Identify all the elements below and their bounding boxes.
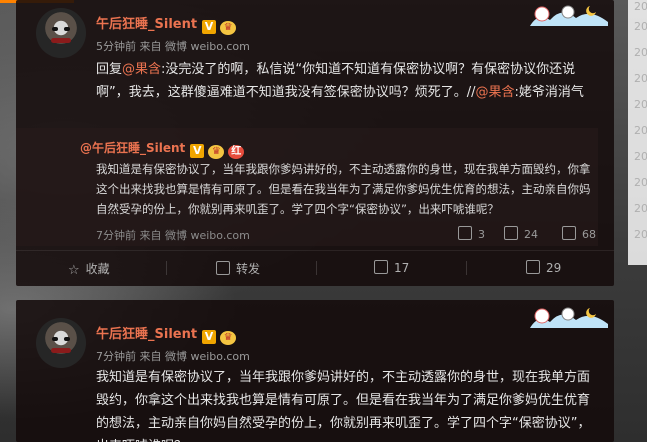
repost-username[interactable]: @午后狂睡_Silent V ♛ 红 bbox=[80, 139, 245, 159]
sidebar-number: 20 bbox=[634, 98, 647, 111]
forward-label: 转发 bbox=[236, 262, 261, 276]
verified-icon: V bbox=[202, 330, 217, 344]
comment-count: 24 bbox=[524, 228, 538, 241]
post-text: 我知道是有保密协议了，当年我跟你爹妈讲好的，不主动透露你的身世，现在我单方面毁约… bbox=[96, 370, 591, 442]
member-crown-icon: ♛ bbox=[208, 145, 225, 159]
avatar-eye bbox=[52, 337, 58, 341]
favorite-button[interactable]: ☆ 收藏 bbox=[68, 260, 110, 278]
avatar-eye bbox=[64, 337, 70, 341]
share-icon bbox=[458, 226, 472, 240]
forward-count: 3 bbox=[478, 228, 485, 241]
repost-username-text[interactable]: @午后狂睡_Silent bbox=[80, 141, 185, 155]
member-crown-icon: ♛ bbox=[220, 21, 237, 35]
comment-icon bbox=[504, 226, 518, 240]
forward-button[interactable]: 转发 bbox=[216, 260, 260, 277]
repost-comment-stat[interactable]: 24 bbox=[504, 226, 538, 241]
post-username[interactable]: 午后狂睡_Silent V ♛ bbox=[96, 13, 237, 35]
avatar-mouth bbox=[51, 38, 71, 43]
username-text[interactable]: 午后狂睡_Silent bbox=[96, 17, 197, 32]
post-meta: 5分钟前 来自 微博 weibo.com bbox=[96, 40, 250, 53]
forward-icon bbox=[216, 261, 230, 275]
red-badge-icon: 红 bbox=[228, 145, 245, 159]
post-body-end: :姥爷消消气 bbox=[514, 85, 584, 100]
verified-icon: V bbox=[202, 20, 217, 34]
sidebar-number: 20 bbox=[634, 20, 647, 33]
repost-text: 我知道是有保密协议了，当年我跟你爹妈讲好的，不主动透露你的身世，现在我单方面毁约… bbox=[96, 162, 591, 216]
decoration-sticker-icon bbox=[530, 307, 608, 328]
decoration-sticker-icon bbox=[530, 5, 608, 26]
post-username[interactable]: 午后狂睡_Silent V ♛ bbox=[96, 323, 237, 345]
sidebar-number: 20 bbox=[634, 72, 647, 85]
repost-like-stat[interactable]: 68 bbox=[562, 226, 596, 241]
avatar-eye bbox=[52, 27, 58, 31]
sidebar-number: 20 bbox=[634, 124, 647, 137]
sidebar-number: 20 bbox=[634, 202, 647, 215]
like-icon bbox=[526, 260, 540, 274]
like-count: 68 bbox=[582, 228, 596, 241]
divider bbox=[316, 261, 317, 275]
post-text: 回复@果含:没完没了的啊，私信说“你知道不知道有保密协议啊？有保密协议你还说啊”… bbox=[96, 58, 602, 104]
star-icon: ☆ bbox=[68, 263, 80, 278]
avatar-eye bbox=[64, 27, 70, 31]
sidebar-number: 20 bbox=[634, 176, 647, 189]
sidebar-number: 20 bbox=[634, 150, 647, 163]
mention-link[interactable]: @果含 bbox=[476, 85, 515, 100]
post-meta: 7分钟前 来自 微博 weibo.com bbox=[96, 350, 250, 363]
mention-link[interactable]: @果含 bbox=[122, 62, 161, 77]
divider bbox=[466, 261, 467, 275]
sidebar-number: 20 bbox=[634, 228, 647, 241]
repost-meta: 7分钟前 来自 微博 weibo.com bbox=[96, 229, 250, 242]
repost-forward-stat[interactable]: 3 bbox=[458, 226, 485, 241]
like-icon bbox=[562, 226, 576, 240]
comment-icon bbox=[374, 260, 388, 274]
comment-button[interactable]: 17 bbox=[374, 260, 409, 275]
sidebar-number: 20 bbox=[634, 0, 647, 13]
member-crown-icon: ♛ bbox=[220, 331, 237, 345]
sidebar-number: 20 bbox=[634, 46, 647, 59]
username-text[interactable]: 午后狂睡_Silent bbox=[96, 327, 197, 342]
divider bbox=[166, 261, 167, 275]
favorite-label: 收藏 bbox=[85, 262, 110, 276]
avatar-mouth bbox=[51, 348, 71, 353]
like-count: 29 bbox=[546, 261, 562, 275]
reply-prefix: 回复 bbox=[96, 62, 123, 77]
user-avatar[interactable] bbox=[36, 318, 86, 368]
comment-count: 17 bbox=[394, 261, 410, 275]
user-avatar[interactable] bbox=[36, 8, 86, 58]
like-button[interactable]: 29 bbox=[526, 260, 561, 275]
verified-icon: V bbox=[190, 144, 205, 158]
